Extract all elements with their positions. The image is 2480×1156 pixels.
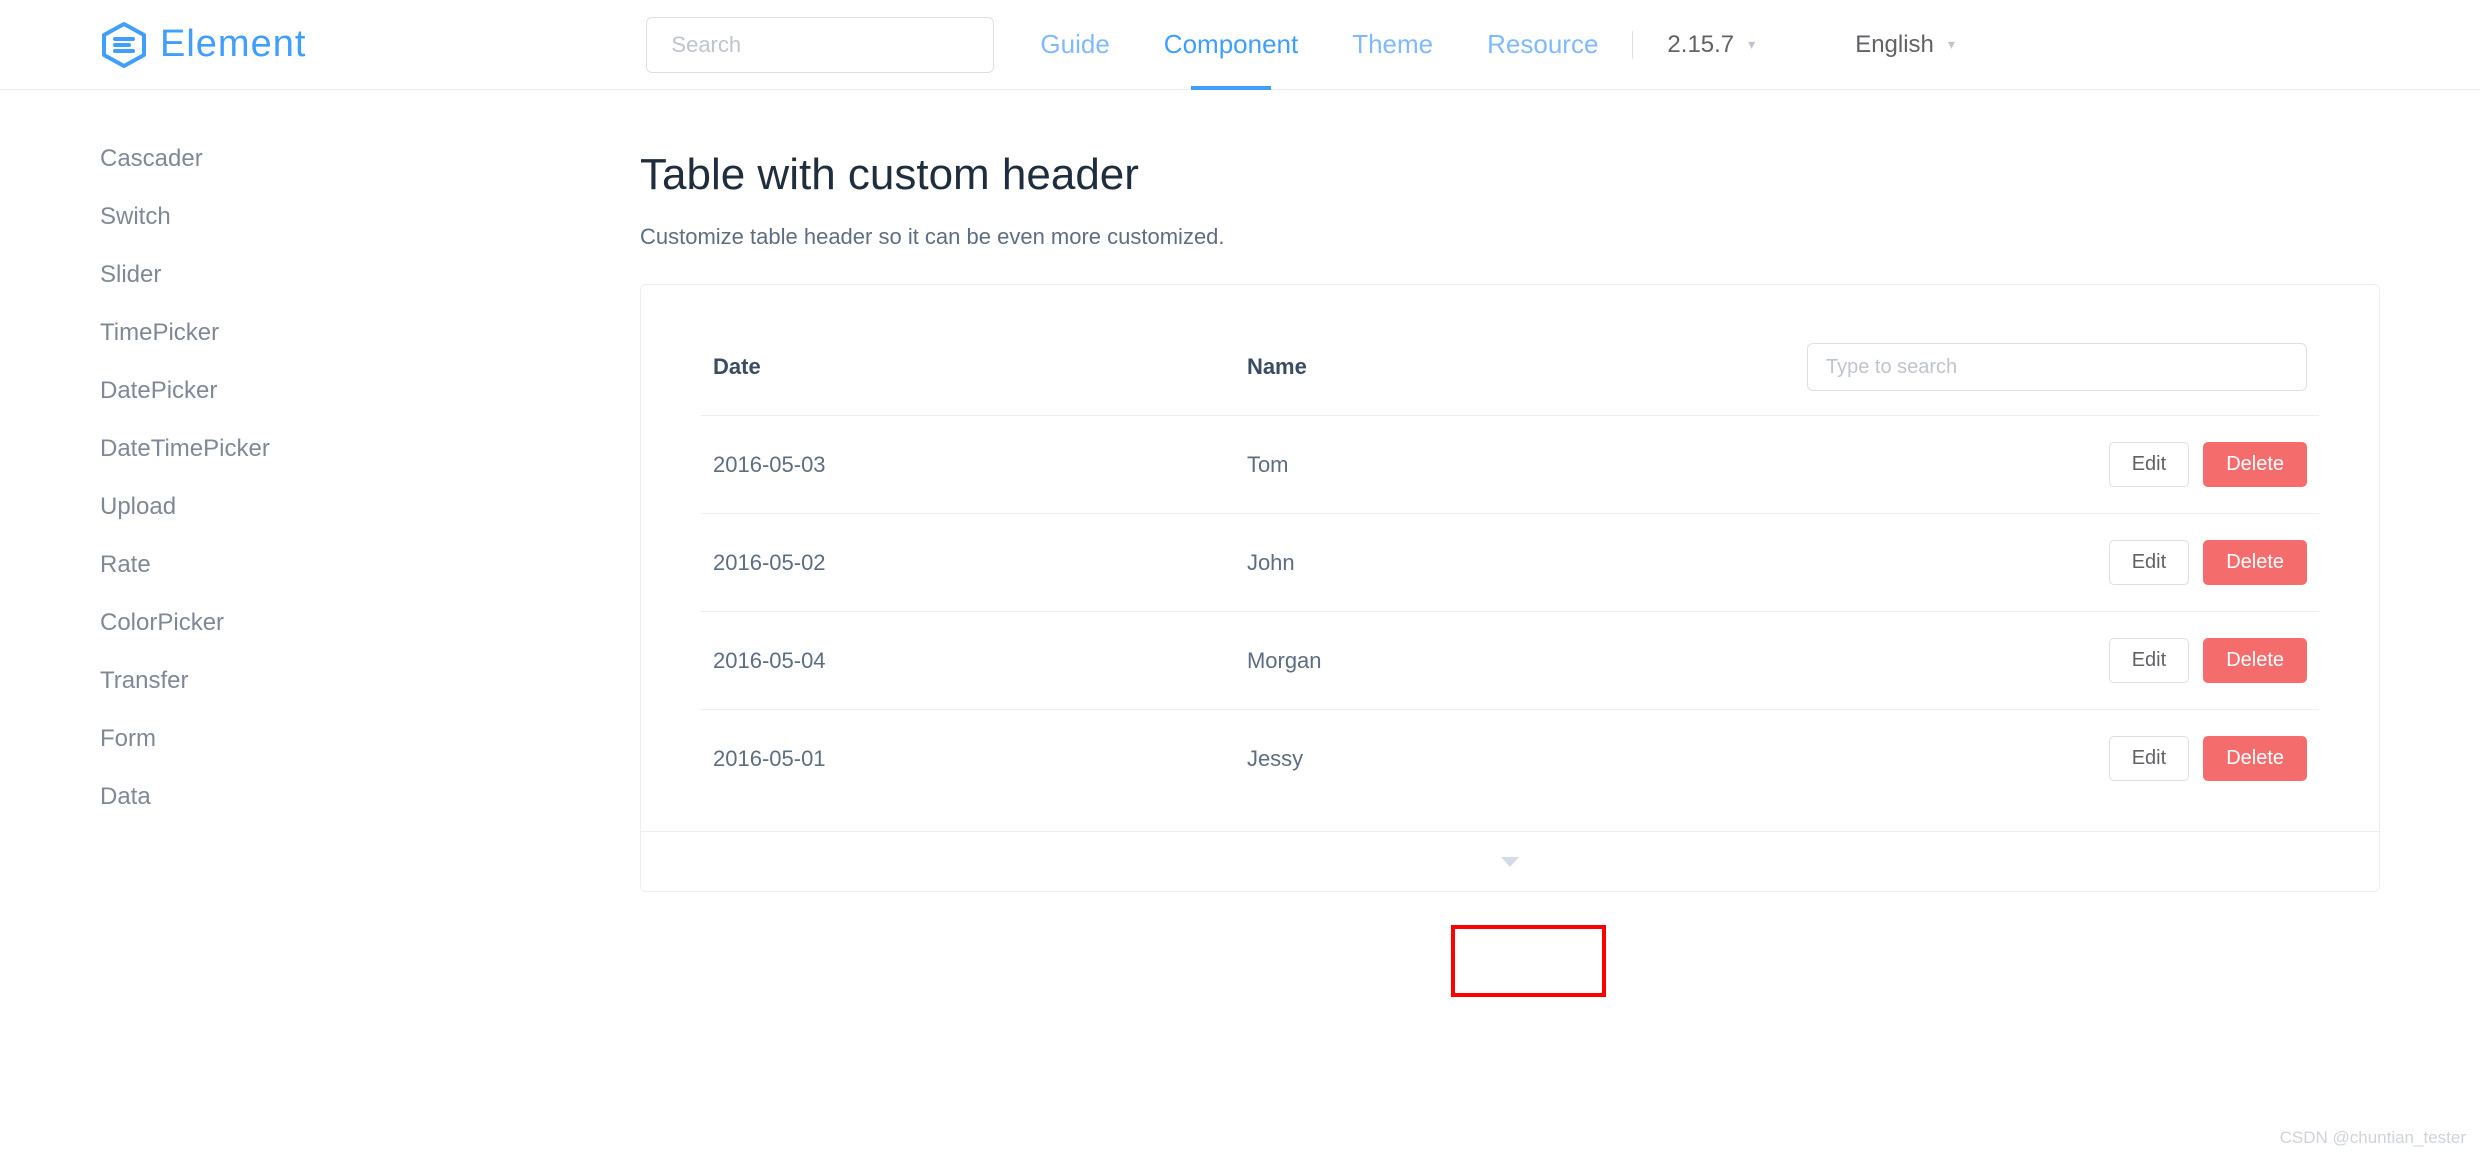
th-action [1769,329,2319,416]
cell-actions: Edit Delete [1769,710,2319,808]
delete-button[interactable]: Delete [2203,638,2307,683]
version-text: 2.15.7 [1667,31,1734,59]
sidebar-item-datetimepicker[interactable]: DateTimePicker [100,420,380,478]
cell-date: 2016-05-03 [701,416,1235,514]
cell-name: Tom [1235,416,1769,514]
th-name: Name [1235,329,1769,416]
delete-button[interactable]: Delete [2203,540,2307,585]
expand-toggle[interactable] [641,831,2379,891]
caret-down-icon [1501,857,1519,867]
nav-divider [1632,31,1633,59]
nav-theme[interactable]: Theme [1352,1,1433,88]
main-nav: Guide Component Theme Resource [1040,1,1598,88]
data-table: Date Name 2016-05-03TomEditDelete2016-05… [701,329,2319,807]
sidebar-item-colorpicker[interactable]: ColorPicker [100,594,380,652]
table-search-input[interactable] [1807,343,2307,391]
cell-date: 2016-05-04 [701,612,1235,710]
cell-actions: Edit Delete [1769,416,2319,514]
table-row: 2016-05-03Tom Edit Delete [701,416,2319,514]
sidebar-item-datepicker[interactable]: DatePicker [100,362,380,420]
sidebar-item-cascader[interactable]: Cascader [100,130,380,188]
sidebar: Cascader Switch Slider TimePicker DatePi… [0,130,380,932]
th-date: Date [701,329,1235,416]
watermark: CSDN @chuntian_tester [2280,1128,2466,1148]
table-row: 2016-05-02John Edit Delete [701,514,2319,612]
chevron-down-icon: ▾ [1948,36,1955,53]
page-title: Table with custom header [640,150,2380,200]
language-text: English [1855,31,1934,59]
table-row: 2016-05-01Jessy Edit Delete [701,710,2319,808]
brand-text: Element [160,23,306,66]
sidebar-item-transfer[interactable]: Transfer [100,652,380,710]
language-selector[interactable]: English ▾ [1855,31,1955,59]
cell-name: Jessy [1235,710,1769,808]
nav-resource[interactable]: Resource [1487,1,1598,88]
sidebar-item-switch[interactable]: Switch [100,188,380,246]
header-search-wrap [646,17,994,73]
element-logo-icon [100,21,148,69]
sidebar-item-data[interactable]: Data [100,768,380,826]
version-selector[interactable]: 2.15.7 ▾ [1667,31,1755,59]
nav-guide[interactable]: Guide [1040,1,1109,88]
table-row: 2016-05-04Morgan Edit Delete [701,612,2319,710]
page-description: Customize table header so it can be even… [640,224,2380,250]
chevron-down-icon: ▾ [1748,36,1755,53]
cell-date: 2016-05-02 [701,514,1235,612]
cell-actions: Edit Delete [1769,514,2319,612]
edit-button[interactable]: Edit [2109,540,2189,585]
content-area: Table with custom header Customize table… [380,130,2480,932]
nav-component[interactable]: Component [1164,1,1298,88]
edit-button[interactable]: Edit [2109,442,2189,487]
cell-actions: Edit Delete [1769,612,2319,710]
sidebar-item-rate[interactable]: Rate [100,536,380,594]
sidebar-item-upload[interactable]: Upload [100,478,380,536]
cell-name: John [1235,514,1769,612]
sidebar-item-slider[interactable]: Slider [100,246,380,304]
annotation-highlight [1451,925,1606,997]
brand-logo[interactable]: Element [100,21,306,69]
cell-name: Morgan [1235,612,1769,710]
search-input[interactable] [646,17,994,73]
sidebar-item-form[interactable]: Form [100,710,380,768]
sidebar-item-timepicker[interactable]: TimePicker [100,304,380,362]
cell-date: 2016-05-01 [701,710,1235,808]
edit-button[interactable]: Edit [2109,638,2189,683]
delete-button[interactable]: Delete [2203,442,2307,487]
top-header: Element Guide Component Theme Resource 2… [0,0,2480,90]
demo-box: Date Name 2016-05-03TomEditDelete2016-05… [640,284,2380,892]
delete-button[interactable]: Delete [2203,736,2307,781]
edit-button[interactable]: Edit [2109,736,2189,781]
